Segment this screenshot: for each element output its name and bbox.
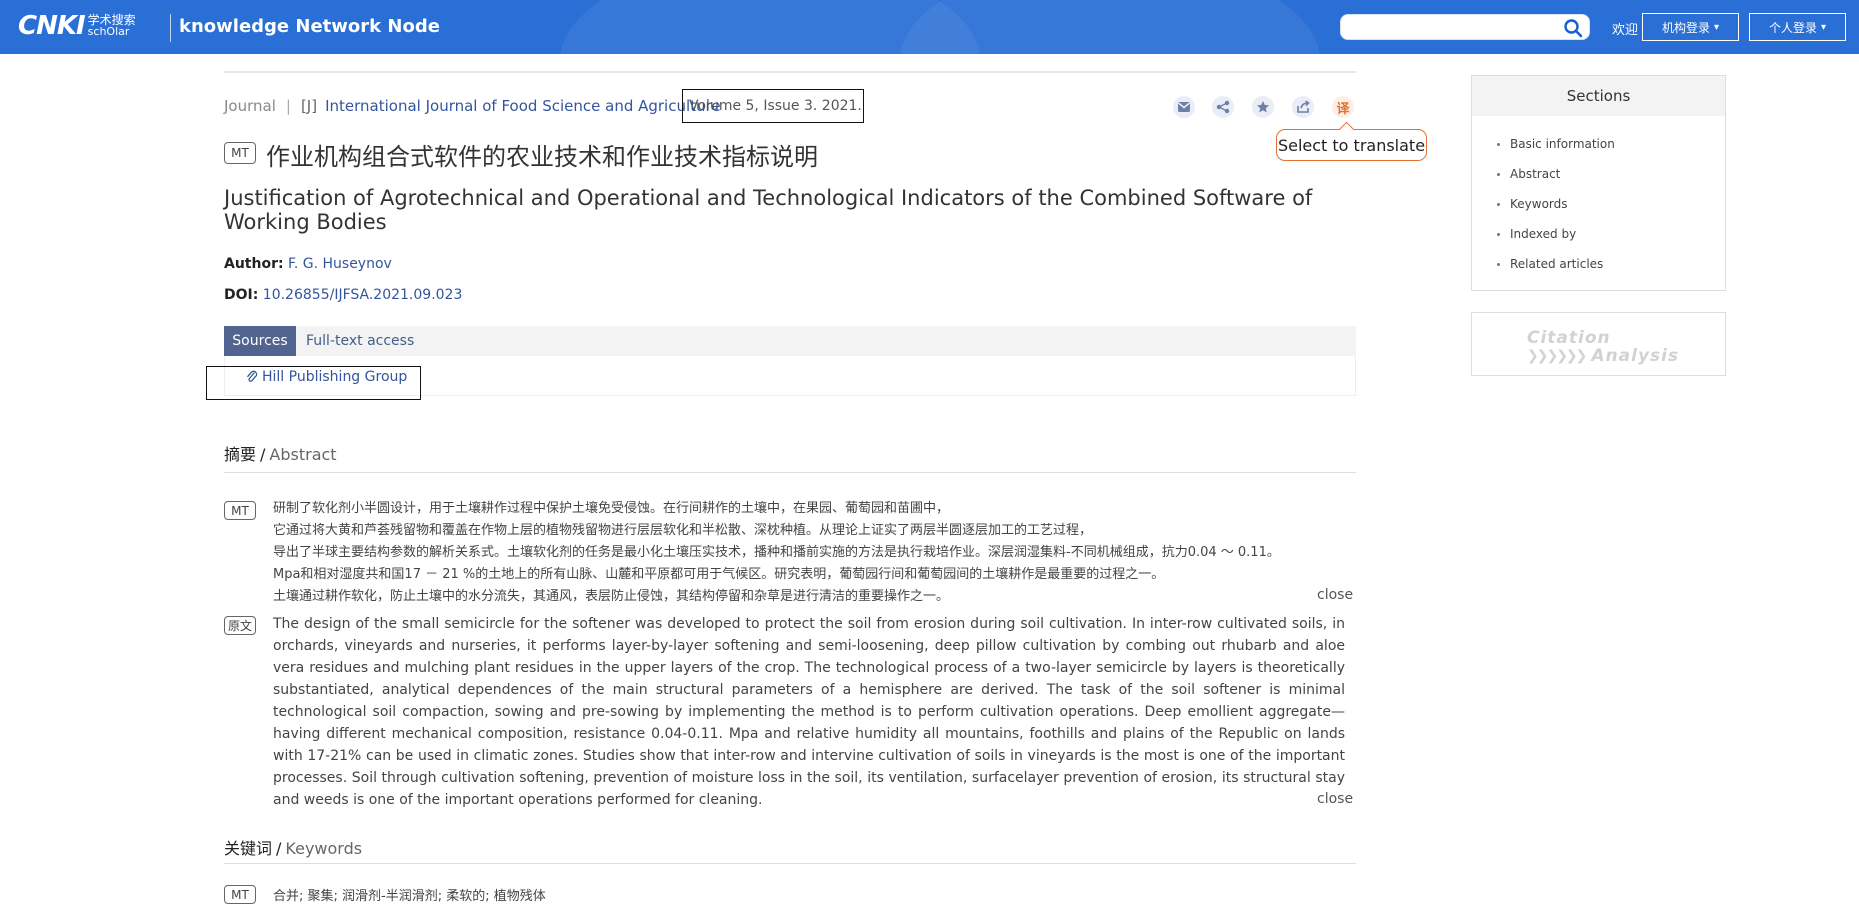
mt-badge: MT <box>224 885 256 904</box>
abstract-cn-line: 研制了软化剂小半圆设计，用于土壤耕作过程中保护土壤免受侵蚀。在行间耕作的土壤中，… <box>273 501 950 516</box>
logo-main-text: CNKI <box>18 11 86 41</box>
logo-sub: 学术搜索 schOlar <box>88 14 136 38</box>
abstract-cn-line: 它通过将大黄和芦荟残留物和覆盖在作物上层的植物残留物进行层层软化和半松散、深枕种… <box>273 523 1093 538</box>
sections-title: Sections <box>1472 76 1725 116</box>
mt-badge: MT <box>224 142 256 164</box>
welcome-text: 欢迎 <box>1612 23 1639 38</box>
title-english: Justification of Agrotechnical and Opera… <box>224 186 1313 234</box>
chevron-down-icon: ▾ <box>1713 21 1720 33</box>
journal-name-link[interactable]: International Journal of Food Science an… <box>325 97 721 115</box>
author-label: Author: <box>224 256 284 272</box>
personal-login-button[interactable]: 个人登录 ▾ <box>1749 13 1846 41</box>
keywords-heading: 关键词 / Keywords <box>224 839 363 858</box>
logo-en-text: schOlar <box>87 25 130 38</box>
author-link[interactable]: F. G. Huseynov <box>288 256 392 272</box>
tab-sources[interactable]: Sources <box>224 326 296 356</box>
keywords-divider <box>224 863 1356 864</box>
translate-tooltip: Select to translate <box>1276 129 1427 161</box>
abstract-divider <box>224 472 1356 473</box>
close-cn-abstract-button[interactable]: close <box>1317 587 1353 603</box>
close-en-abstract-button[interactable]: close <box>1317 791 1353 807</box>
logo-divider <box>170 14 171 42</box>
journal-breadcrumb: Journal | [J] International Journal of F… <box>224 97 721 115</box>
doi-label: DOI: <box>224 287 259 303</box>
keywords-text: 合并; 聚集; 润滑剂-半润滑剂; 柔软的; 植物残体 <box>273 889 546 904</box>
original-text-badge: 原文 <box>224 616 256 635</box>
publisher-link[interactable]: Hill Publishing Group <box>246 369 407 385</box>
star-icon[interactable] <box>1252 96 1274 118</box>
abstract-cn-line: Mpa和相对湿度共和国17 － 21 %的土地上的所有山脉、山麓和平原都可用于气… <box>273 567 1165 582</box>
section-link-keywords[interactable]: Keywords <box>1497 197 1568 211</box>
mt-badge: MT <box>224 501 256 520</box>
org-login-button[interactable]: 机构登录 ▾ <box>1642 13 1739 41</box>
abstract-cn-line: 土壤通过耕作软化，防止土壤中的水分流失，其通风，表层防止侵蚀，其结构停留和杂草是… <box>273 589 950 604</box>
publisher-name: Hill Publishing Group <box>262 369 408 385</box>
doi-line: DOI: 10.26855/IJFSA.2021.09.023 <box>224 287 462 303</box>
header-decoration <box>900 0 1320 54</box>
translate-icon[interactable]: 译 <box>1332 96 1354 118</box>
section-link-indexed-by[interactable]: Indexed by <box>1496 227 1576 241</box>
org-login-label: 机构登录 <box>1661 20 1710 35</box>
abstract-cn-line: 导出了半球主要结构参数的解析关系式。土壤软化剂的任务是最小化土壤压实技术，播种和… <box>273 545 1280 560</box>
abstract-heading: 摘要 / Abstract <box>224 445 337 464</box>
section-link-abstract[interactable]: Abstract <box>1496 167 1560 181</box>
chevrons-icon: ❯❯❯❯❯❯ <box>1527 348 1587 364</box>
top-header: CNKI 学术搜索 schOlar knowledge Network Node… <box>0 0 1859 54</box>
personal-login-label: 个人登录 <box>1768 20 1817 35</box>
section-link-related-articles[interactable]: Related articles <box>1496 257 1603 271</box>
abstract-heading-cn: 摘要 <box>224 445 257 464</box>
search-input[interactable] <box>1340 14 1590 40</box>
doi-link[interactable]: 10.26855/IJFSA.2021.09.023 <box>263 287 463 303</box>
section-link-basic-information[interactable]: Basic information <box>1497 137 1615 151</box>
site-name: knowledge Network Node <box>179 16 440 37</box>
tab-fulltext-access[interactable]: Full-text access <box>306 333 414 349</box>
sections-panel: Sections Basic information Abstract Keyw… <box>1471 75 1726 291</box>
volume-info: Volume 5, Issue 3. 2021. <box>682 89 864 123</box>
author-line: Author: F. G. Huseynov <box>224 256 392 272</box>
breadcrumb-separator: | <box>285 97 291 115</box>
mail-icon[interactable] <box>1173 96 1195 118</box>
top-divider <box>224 71 1356 73</box>
cnki-logo[interactable]: CNKI 学术搜索 schOlar <box>18 11 136 41</box>
doc-type-label: Journal <box>224 97 276 115</box>
paperclip-icon <box>247 370 258 382</box>
keywords-heading-en: Keywords <box>285 839 363 858</box>
abstract-en-text: The design of the small semicircle for t… <box>273 616 1345 808</box>
journal-tag: [J] <box>300 97 318 115</box>
search-icon[interactable] <box>1563 18 1583 38</box>
citation-analysis-button[interactable]: Citation ❯❯❯❯❯❯ Analysis <box>1471 312 1726 376</box>
share-icon[interactable] <box>1212 96 1234 118</box>
keywords-heading-cn: 关键词 <box>224 839 273 858</box>
citation-analysis-logo: Citation ❯❯❯❯❯❯ Analysis <box>1527 328 1680 366</box>
title-chinese: 作业机构组合式软件的农业技术和作业技术指标说明 <box>266 143 818 171</box>
abstract-heading-en: Abstract <box>269 445 337 464</box>
chevron-down-icon: ▾ <box>1820 21 1827 33</box>
export-icon[interactable] <box>1292 96 1314 118</box>
